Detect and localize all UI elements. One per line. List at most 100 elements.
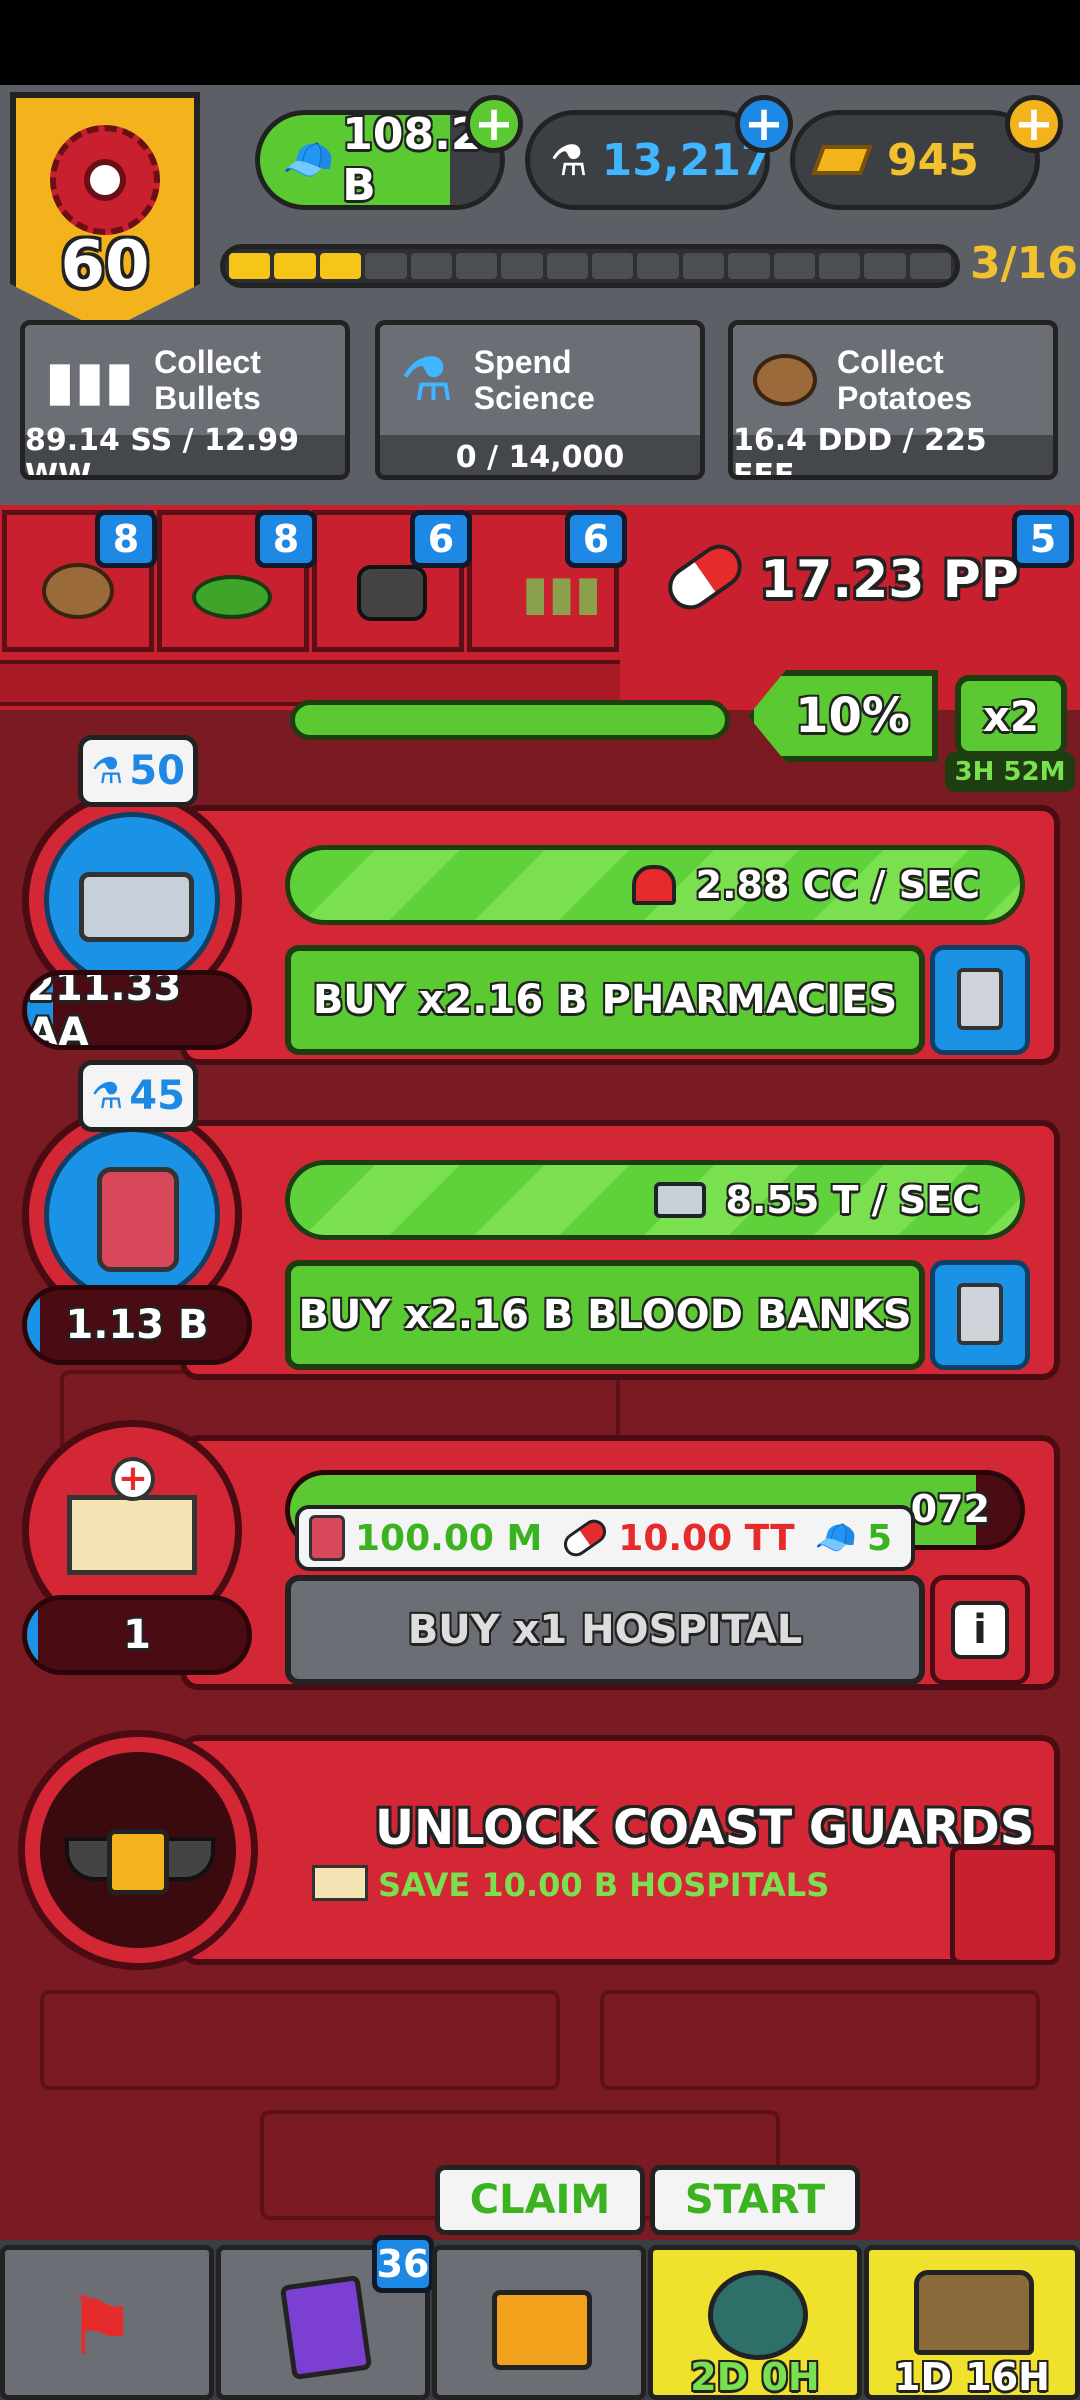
owned-count: 211.33 AA (22, 970, 252, 1050)
pharmacy-chest-icon (44, 812, 220, 988)
progress-segment (728, 253, 770, 279)
tab-badge: 8 (255, 510, 317, 568)
progress-segment (501, 253, 543, 279)
owned-count-value: 211.33 AA (27, 970, 182, 1050)
buy-label: BUY x2.16 B PHARMACIES (312, 977, 898, 1023)
progress-segment (773, 253, 815, 279)
info-button[interactable]: i (930, 1575, 1030, 1685)
progress-segment (637, 253, 679, 279)
science-cost: 45 (129, 1073, 185, 1119)
progress-segment (818, 253, 861, 279)
task-collect-bullets[interactable]: ▮▮▮ Collect Bullets 89.14 SS / 12.99 WW (20, 320, 350, 480)
science-cost: 50 (129, 748, 185, 794)
hospital-icon (67, 1495, 197, 1575)
pills-value: 17.23 PP (760, 550, 1019, 610)
manager-card-icon[interactable] (930, 1260, 1030, 1370)
hospital-small-icon (312, 1865, 368, 1901)
progress-segment (319, 253, 362, 279)
unlock-requirement: SAVE 10.00 B HOSPITALS (378, 1866, 830, 1904)
cards-badge: 36 (372, 2235, 434, 2293)
nav-flag[interactable]: ⚑ (0, 2245, 214, 2400)
bullets-icon: ▮▮▮ (45, 348, 135, 412)
tab-badge: 6 (410, 510, 472, 568)
nav-treasure-chest[interactable]: 1D 16H (864, 2245, 1080, 2400)
add-science-button[interactable]: + (735, 95, 793, 153)
gold-pill[interactable]: 945 (790, 110, 1040, 210)
blood-bag-icon (309, 1515, 345, 1561)
wall-brick (40, 1990, 560, 2090)
cards-icon (279, 2274, 373, 2381)
production-rate-partial: 072 (910, 1487, 990, 1531)
progress-segment (274, 253, 316, 279)
progress-segment (909, 253, 951, 279)
manager-card-icon[interactable] (930, 945, 1030, 1055)
cash-icon: 🧢 (282, 135, 335, 184)
add-gold-button[interactable]: + (1005, 95, 1063, 153)
price-tooltip: 100.00 M 10.00 TT 🧢 5 (295, 1505, 915, 1571)
boost-multiplier: x2 (982, 691, 1040, 741)
folder-icon (492, 2290, 592, 2370)
owned-count: 1 (22, 1595, 252, 1675)
progress-segment (682, 253, 725, 279)
task-subtitle: Bullets (154, 380, 261, 416)
production-bar: 8.55 T / SEC (285, 1160, 1025, 1240)
buy-label: BUY x2.16 B BLOOD BANKS (298, 1292, 912, 1338)
science-pill[interactable]: ⚗ 13,217 (525, 110, 771, 210)
science-flask-icon: ⚗ (550, 135, 588, 185)
count-fill (27, 1600, 38, 1670)
potato-icon (753, 354, 817, 406)
flag-swamp-icon (192, 575, 272, 619)
mission-progress-bar (220, 244, 960, 288)
task-title: Collect (837, 344, 944, 380)
progress-segment (864, 253, 906, 279)
task-title: Collect (154, 344, 261, 380)
coal-icon (357, 565, 427, 621)
production-bar: 2.88 CC / SEC (285, 845, 1025, 925)
blood-bag-icon (44, 1127, 220, 1303)
progress-segment (410, 253, 452, 279)
pills-badge: 5 (1012, 510, 1074, 568)
red-star-flag-icon: ⚑ (65, 2280, 137, 2373)
task-collect-potatoes[interactable]: Collect Potatoes 16.4 DDD / 225 EEE (728, 320, 1058, 480)
task-subtitle: Science (473, 380, 595, 416)
price-cash: 5 (866, 1517, 893, 1559)
nav-event-trident[interactable]: 2D 0H (648, 2245, 862, 2400)
progress-segment (365, 253, 407, 279)
trident-emblem-icon (708, 2270, 808, 2360)
cost-bubble: ⚗ 50 (78, 735, 198, 807)
buy-hospital-button[interactable]: BUY x1 HOSPITAL (285, 1575, 925, 1685)
science-flask-icon: ⚗ (400, 345, 454, 415)
boost-timer: 3H 52M (945, 752, 1075, 792)
chest-timer: 1D 16H (894, 2355, 1050, 2399)
x2-boost-button[interactable]: x2 (955, 675, 1067, 757)
tab-badge: 6 (565, 510, 627, 568)
owned-count-value: 1 (123, 1612, 151, 1658)
progress-segment (546, 253, 588, 279)
boost-percent-tag[interactable]: 10% (748, 670, 938, 762)
owned-count: 1.13 B (22, 1285, 252, 1365)
locked-icon-frame (18, 1730, 258, 1970)
info-icon: i (951, 1601, 1009, 1659)
mission-progress-text: 3/16 (970, 238, 1078, 289)
event-timer: 2D 0H (690, 2355, 820, 2399)
nav-missions[interactable] (432, 2245, 646, 2400)
progress-segment (592, 253, 634, 279)
buy-pharmacies-button[interactable]: BUY x2.16 B PHARMACIES (285, 945, 925, 1055)
siren-icon (631, 865, 676, 905)
unlock-title: UNLOCK COAST GUARDS (375, 1800, 1035, 1856)
gold-value: 945 (887, 134, 979, 186)
cash-icon: 🧢 (814, 1518, 857, 1558)
buy-label: BUY x1 HOSPITAL (407, 1607, 803, 1653)
boost-percent: 10% (795, 688, 910, 744)
tab-badge: 8 (95, 510, 157, 568)
partial-bar (290, 700, 730, 740)
start-button[interactable]: START (650, 2165, 860, 2235)
claim-button[interactable]: CLAIM (435, 2165, 645, 2235)
task-spend-science[interactable]: ⚗ Spend Science 0 / 14,000 (375, 320, 705, 480)
padlock-icon (107, 1829, 169, 1895)
price-blood: 100.00 M (355, 1517, 543, 1559)
add-cash-button[interactable]: + (465, 95, 523, 153)
science-flask-icon: ⚗ (91, 1075, 124, 1117)
buy-blood-banks-button[interactable]: BUY x2.16 B BLOOD BANKS (285, 1260, 925, 1370)
lock-decor-panel (950, 1845, 1060, 1965)
